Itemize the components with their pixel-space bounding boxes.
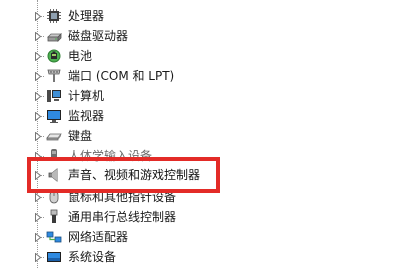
computer-icon	[46, 88, 62, 104]
tree-node-label: 键盘	[68, 129, 93, 143]
tree-node-mice[interactable]: 鼠标和其他指针设备	[0, 187, 396, 207]
tree-node-label: 磁盘驱动器	[68, 29, 129, 43]
tree-node-system-devices[interactable]: 系统设备	[0, 247, 396, 267]
expand-arrow-icon[interactable]	[34, 111, 42, 121]
battery-icon	[46, 48, 62, 64]
tree-node-network-adapters[interactable]: 网络适配器	[0, 227, 396, 247]
device-manager-tree: 处理器 磁盘驱动器 电池 端口 (COM 和 LPT) 计算机 监视器 键盘 人…	[0, 0, 396, 268]
expand-arrow-icon[interactable]	[34, 71, 42, 81]
expand-arrow-icon[interactable]	[34, 192, 42, 202]
tree-node-human-interface-devices[interactable]: 人体学输入设备	[0, 146, 396, 166]
tree-node-label: 人体学输入设备	[68, 149, 153, 163]
tree-node-label: 系统设备	[68, 250, 117, 264]
network-adapter-icon	[46, 229, 62, 245]
expand-arrow-icon[interactable]	[34, 11, 42, 21]
disk-drive-icon	[46, 28, 62, 44]
tree-node-ports[interactable]: 端口 (COM 和 LPT)	[0, 66, 396, 86]
monitor-icon	[46, 108, 62, 124]
mouse-icon	[46, 189, 62, 205]
tree-node-label: 通用串行总线控制器	[68, 210, 177, 224]
speaker-icon	[46, 167, 62, 183]
expand-arrow-icon[interactable]	[34, 232, 42, 242]
tree-node-processors[interactable]: 处理器	[0, 6, 396, 26]
expand-arrow-icon[interactable]	[34, 51, 42, 61]
system-devices-icon	[46, 249, 62, 265]
tree-node-label: 端口 (COM 和 LPT)	[68, 69, 175, 83]
processor-icon	[46, 8, 62, 24]
tree-node-label: 鼠标和其他指针设备	[68, 190, 177, 204]
tree-node-label: 电池	[68, 49, 93, 63]
tree-node-computer[interactable]: 计算机	[0, 86, 396, 106]
tree-node-label: 计算机	[68, 89, 105, 103]
tree-node-label: 声音、视频和游戏控制器	[68, 168, 201, 182]
tree-node-label: 处理器	[68, 9, 105, 23]
expand-arrow-icon[interactable]	[34, 31, 42, 41]
expand-arrow-icon[interactable]	[34, 170, 42, 180]
tree-node-sound-video-game-controllers[interactable]: 声音、视频和游戏控制器	[0, 165, 396, 185]
tree-node-keyboards[interactable]: 键盘	[0, 126, 396, 146]
expand-arrow-icon[interactable]	[34, 212, 42, 222]
expand-arrow-icon[interactable]	[34, 252, 42, 262]
tree-node-label: 监视器	[68, 109, 105, 123]
usb-icon	[46, 209, 62, 225]
tree-node-monitors[interactable]: 监视器	[0, 106, 396, 126]
hid-icon	[46, 148, 62, 164]
expand-arrow-icon[interactable]	[34, 91, 42, 101]
tree-node-disk-drives[interactable]: 磁盘驱动器	[0, 26, 396, 46]
port-icon	[46, 68, 62, 84]
tree-node-usb-controllers[interactable]: 通用串行总线控制器	[0, 207, 396, 227]
tree-node-label: 网络适配器	[68, 230, 129, 244]
keyboard-icon	[46, 128, 62, 144]
expand-arrow-icon[interactable]	[34, 151, 42, 161]
expand-arrow-icon[interactable]	[34, 131, 42, 141]
tree-node-batteries[interactable]: 电池	[0, 46, 396, 66]
